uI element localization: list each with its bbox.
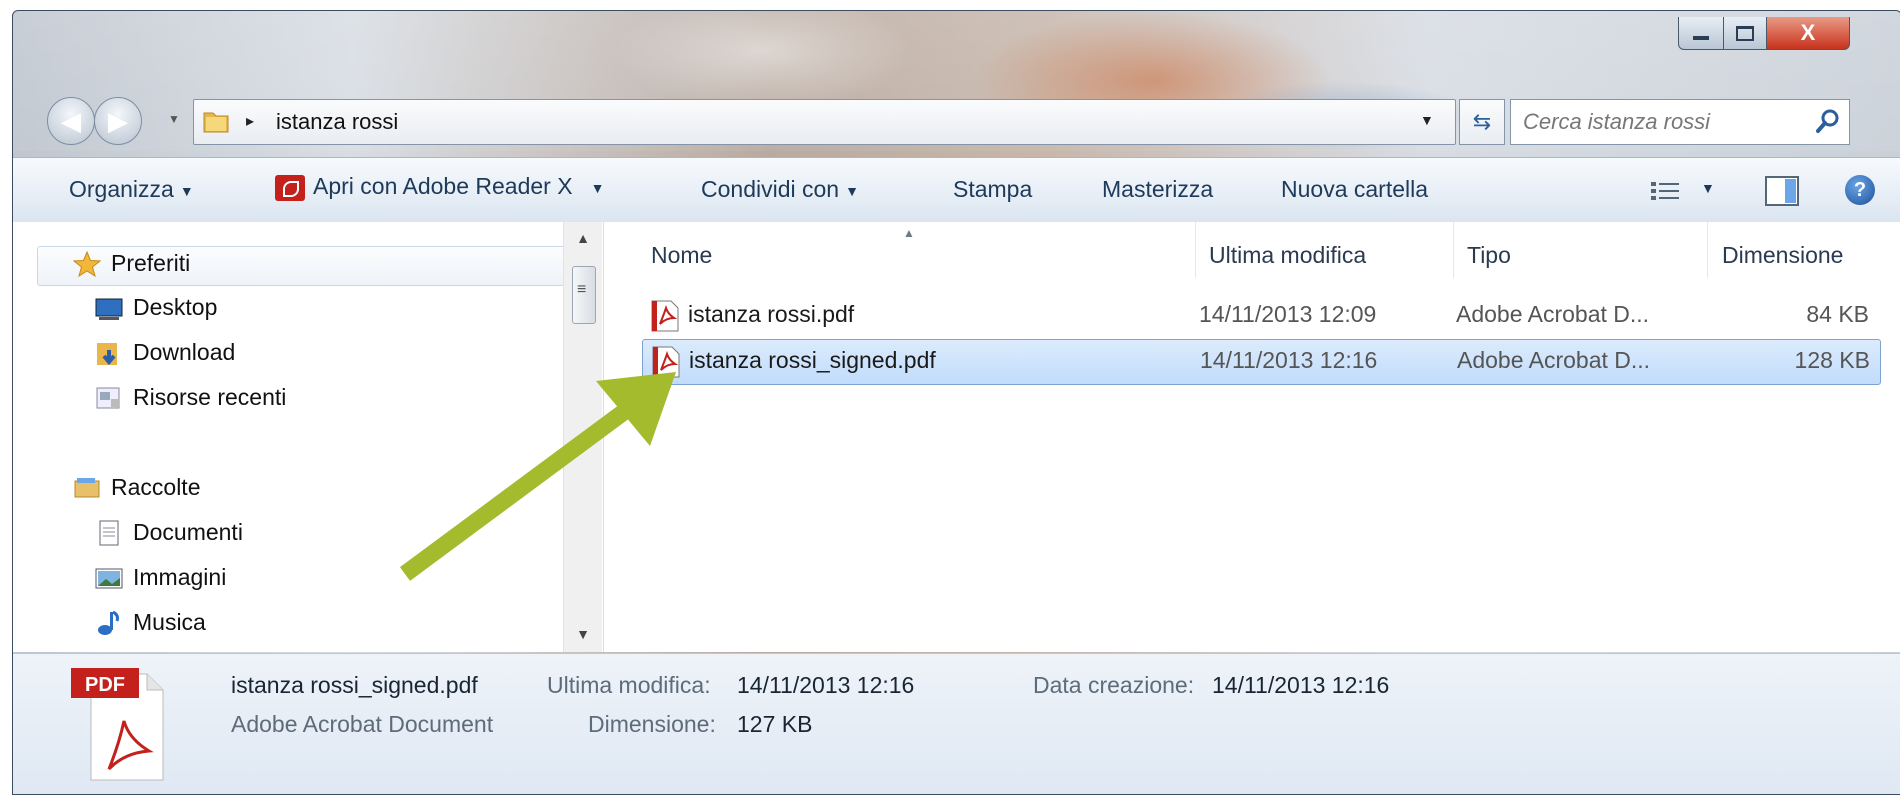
arrow-shaft [399,393,646,581]
annotation-arrow [399,372,676,581]
arrow-head [596,372,676,446]
